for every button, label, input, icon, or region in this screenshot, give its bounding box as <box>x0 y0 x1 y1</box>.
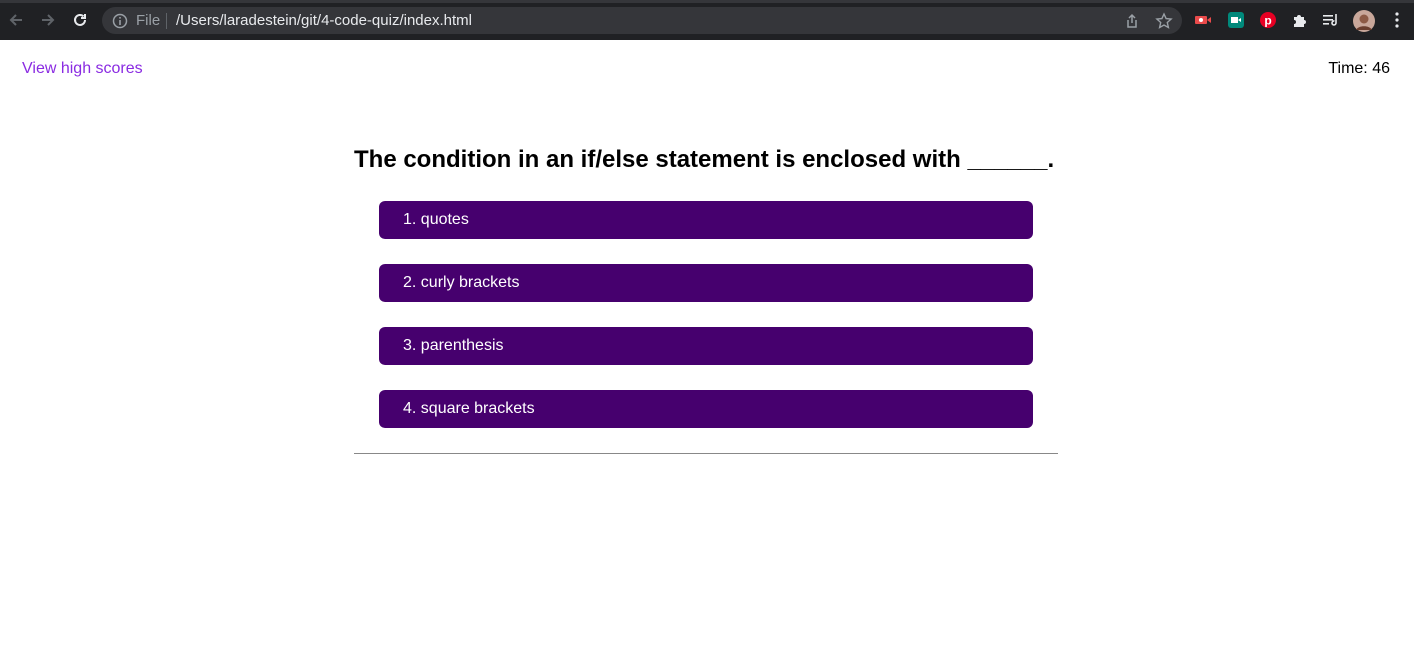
profile-avatar[interactable] <box>1353 10 1375 32</box>
reload-icon[interactable] <box>70 10 90 30</box>
svg-text:p: p <box>1264 14 1271 28</box>
forward-icon[interactable] <box>38 10 58 30</box>
page-content: View high scores Time: 46 The condition … <box>0 40 1414 656</box>
timer: Time: 46 <box>1328 60 1390 78</box>
answer-button-3[interactable]: 3. parenthesis <box>379 327 1033 365</box>
file-scheme-label: File <box>136 12 161 29</box>
answer-button-2[interactable]: 2. curly brackets <box>379 264 1033 302</box>
answer-button-4[interactable]: 4. square brackets <box>379 390 1033 428</box>
pinterest-extension-icon[interactable]: p <box>1259 11 1277 29</box>
info-icon[interactable] <box>112 13 128 34</box>
url-text[interactable]: /Users/laradestein/git/4-code-quiz/index… <box>176 12 472 29</box>
view-high-scores-link[interactable]: View high scores <box>22 60 143 78</box>
tab-strip-edge <box>0 0 1414 3</box>
video-extension-icon[interactable] <box>1194 11 1212 29</box>
divider <box>354 453 1058 454</box>
omnibox-separator <box>166 13 167 29</box>
question-title: The condition in an if/else statement is… <box>354 146 1055 173</box>
share-icon[interactable] <box>1123 12 1141 30</box>
back-icon[interactable] <box>6 10 26 30</box>
address-bar[interactable]: File /Users/laradestein/git/4-code-quiz/… <box>102 7 1182 34</box>
meet-extension-icon[interactable] <box>1227 11 1245 29</box>
timer-value: 46 <box>1372 60 1390 77</box>
quiz-card: The condition in an if/else statement is… <box>354 146 1058 454</box>
bookmark-star-icon[interactable] <box>1155 12 1173 30</box>
extensions-puzzle-icon[interactable] <box>1291 11 1309 29</box>
answer-button-1[interactable]: 1. quotes <box>379 201 1033 239</box>
reading-list-icon[interactable] <box>1322 11 1340 29</box>
browser-toolbar: File /Users/laradestein/git/4-code-quiz/… <box>0 0 1414 40</box>
answer-list: 1. quotes 2. curly brackets 3. parenthes… <box>379 201 1033 453</box>
timer-label: Time: <box>1328 60 1373 77</box>
menu-kebab-icon[interactable] <box>1388 11 1406 29</box>
